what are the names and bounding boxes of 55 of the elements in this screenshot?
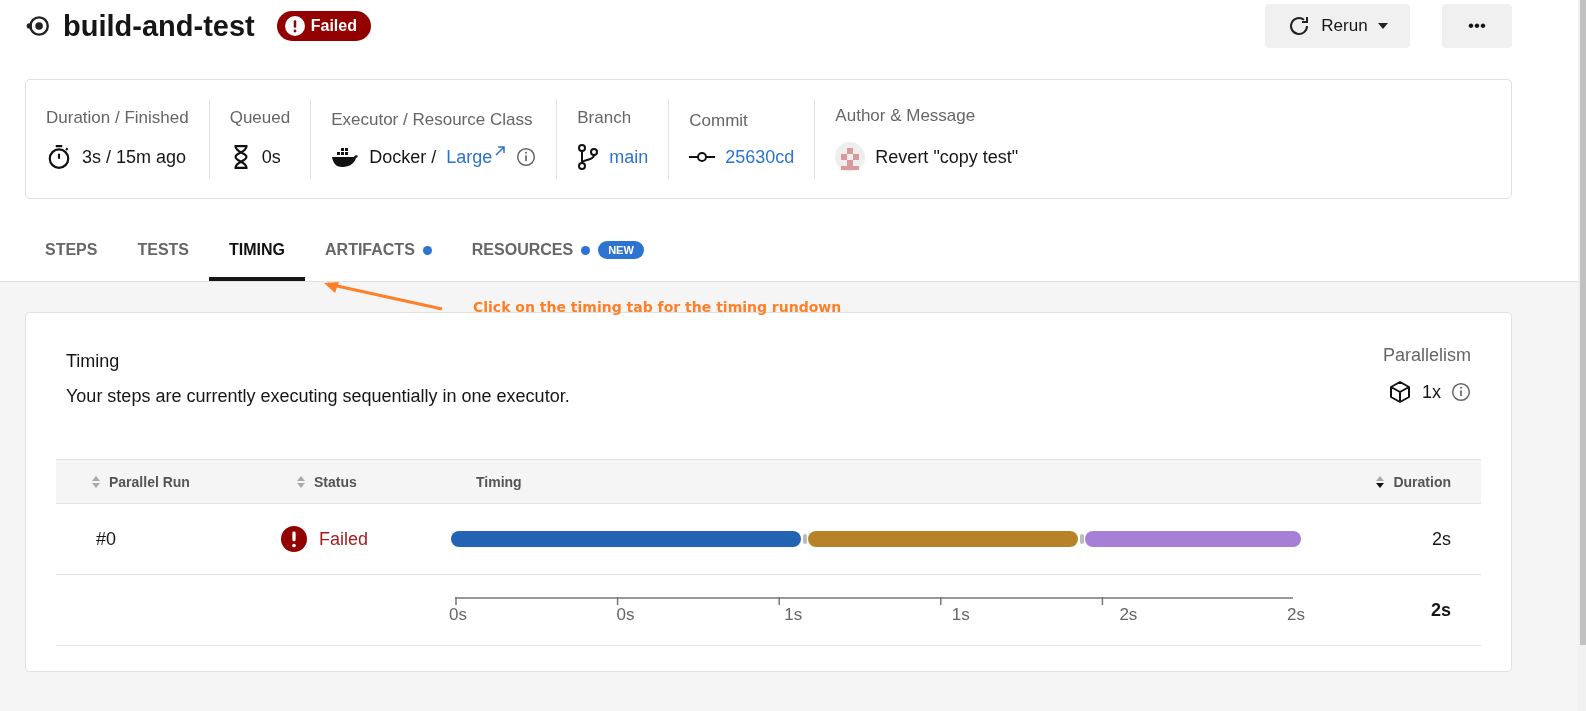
axis-label: 0s xyxy=(616,605,635,625)
annotation-text: Click on the timing tab for the timing rundown xyxy=(473,299,842,315)
card-title: Timing xyxy=(66,351,121,372)
column-header[interactable]: Timing xyxy=(441,459,1301,504)
avatar-icon xyxy=(835,142,866,172)
info-label: Author & Message xyxy=(835,106,977,126)
tab[interactable]: ARTIFACTS xyxy=(305,231,452,281)
status-badge: Failed xyxy=(276,11,371,41)
info-value: Docker / xyxy=(369,146,437,168)
cube-icon xyxy=(1388,380,1412,404)
alert-icon xyxy=(284,16,305,36)
info-label: Queued xyxy=(229,108,291,128)
new-badge: NEW xyxy=(598,241,644,259)
column-header[interactable]: Status xyxy=(261,459,441,504)
sort-icon[interactable] xyxy=(1375,474,1386,489)
axis-label: 0s xyxy=(449,605,467,625)
info-value: 3s / 15m ago xyxy=(82,146,187,168)
info-label: Branch xyxy=(577,108,633,128)
info-link[interactable]: Large xyxy=(446,146,493,168)
branch-icon xyxy=(577,144,600,170)
card-description: Your steps are currently executing sequentially in one executor. xyxy=(66,386,571,407)
info-link[interactable]: main xyxy=(609,146,649,168)
info-label: Commit xyxy=(689,110,749,131)
parallelism-label: Parallelism xyxy=(1382,345,1471,366)
rerun-button[interactable]: Rerun xyxy=(1265,4,1410,48)
commit-icon xyxy=(689,150,716,164)
info-label: Executor / Resource Class xyxy=(331,110,534,130)
tab[interactable]: RESOURCES NEW xyxy=(451,231,664,281)
run-cell: #0 xyxy=(96,528,117,550)
info-label: Duration / Finished xyxy=(46,108,189,128)
parallelism-value: 1x xyxy=(1422,381,1441,403)
axis-label: 2s xyxy=(1119,605,1138,625)
page-title: build-and-test xyxy=(63,9,255,43)
error-icon xyxy=(281,526,307,552)
axis-label: 2s xyxy=(1286,605,1305,625)
axis-label: 1s xyxy=(784,605,803,625)
info-icon[interactable] xyxy=(1451,382,1471,402)
info-link[interactable]: 25630cd xyxy=(725,146,795,168)
axis-label: 1s xyxy=(951,605,970,625)
tab[interactable]: STEPS xyxy=(25,231,118,281)
info-value: 0s xyxy=(261,146,281,168)
more-button[interactable]: ••• xyxy=(1442,4,1512,48)
workflow-icon xyxy=(25,13,51,39)
info-icon[interactable] xyxy=(516,147,537,167)
column-header[interactable]: Duration xyxy=(1301,459,1481,504)
duration-cell: 2s xyxy=(1432,528,1451,550)
column-header[interactable]: Parallel Run xyxy=(56,459,261,504)
stopwatch-icon xyxy=(46,144,72,170)
status-text: Failed xyxy=(319,528,369,550)
total-duration: 2s xyxy=(1430,599,1451,621)
external-link-icon xyxy=(494,145,507,157)
caret-icon xyxy=(1377,23,1388,29)
info-value: Revert "copy test" xyxy=(875,146,1019,168)
whale-icon xyxy=(331,146,360,168)
tab[interactable]: TESTS xyxy=(117,231,210,281)
